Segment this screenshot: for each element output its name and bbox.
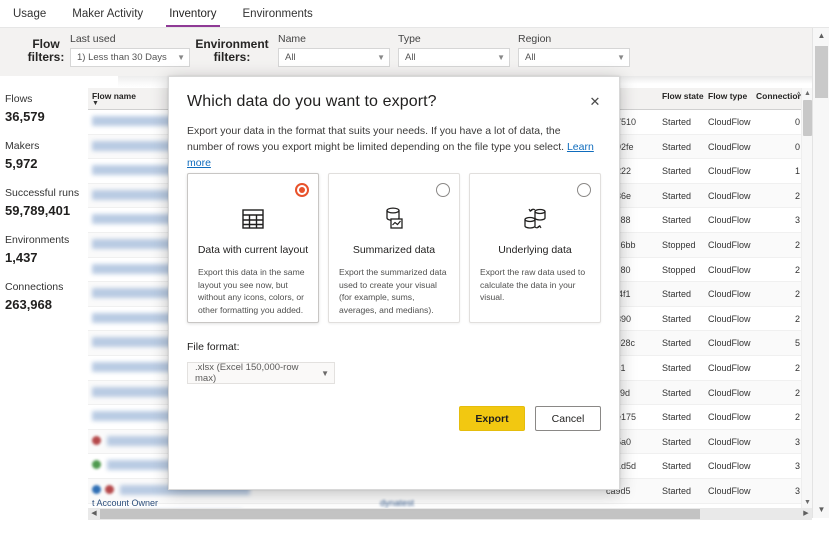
file-format-value: .xlsx (Excel 150,000-row max) [195,362,299,384]
app-root: Usage Maker Activity Inventory Environme… [0,0,829,534]
dialog-description: Export your data in the format that suit… [187,123,597,171]
export-option-cards: Data with current layout Export this dat… [187,173,601,323]
export-button[interactable]: Export [459,406,525,431]
database-sync-icon [470,202,600,236]
close-icon[interactable]: ✕ [584,90,606,112]
cancel-button[interactable]: Cancel [535,406,601,431]
dialog-action-buttons: Export Cancel [459,406,601,431]
file-format-dropdown[interactable]: .xlsx (Excel 150,000-row max) ▼ [187,362,335,384]
card-desc-summarized-data: Export the summarized data used to creat… [339,267,447,315]
dialog-title: Which data do you want to export? [187,93,437,110]
database-chart-icon [329,202,459,236]
file-format-label: File format: [187,341,240,353]
export-option-summarized-data[interactable]: Summarized data Export the summarized da… [328,173,460,323]
card-title-underlying-data: Underlying data [498,244,572,256]
chevron-down-icon: ▼ [321,368,329,378]
card-title-data-with-current-layout: Data with current layout [197,244,309,256]
card-desc-underlying-data: Export the raw data used to calculate th… [480,267,586,303]
dialog-description-text: Export your data in the format that suit… [187,125,567,153]
export-data-dialog: Which data do you want to export? ✕ Expo… [168,76,620,490]
radio-underlying-data[interactable] [577,183,591,197]
export-option-underlying-data[interactable]: Underlying data Export the raw data used… [469,173,601,323]
radio-data-with-current-layout[interactable] [295,183,309,197]
card-title-summarized-data: Summarized data [352,244,436,256]
export-option-data-with-current-layout[interactable]: Data with current layout Export this dat… [187,173,319,323]
radio-summarized-data[interactable] [436,183,450,197]
table-grid-icon [188,202,318,236]
card-desc-data-with-current-layout: Export this data in the same layout you … [198,267,305,315]
